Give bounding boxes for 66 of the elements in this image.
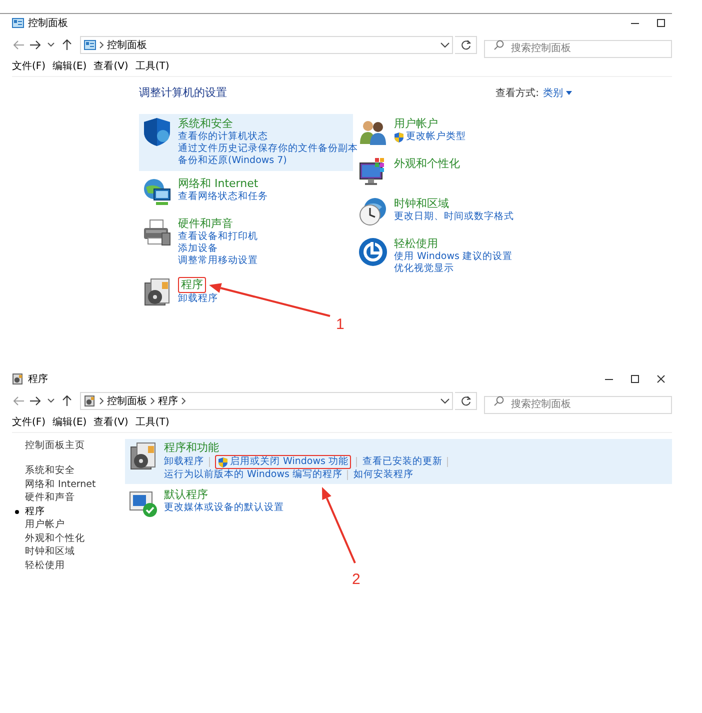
sidebar-item[interactable]: 用户帐户 (25, 518, 65, 532)
link[interactable]: 优化视觉显示 (394, 263, 454, 275)
menu-item[interactable]: 工具(T) (135, 59, 170, 73)
menu-item[interactable]: 查看(V) (94, 415, 128, 429)
menu-item[interactable]: 文件(F) (12, 415, 46, 429)
breadcrumb[interactable]: 控制面板 (107, 38, 147, 52)
link[interactable]: 查看网络状态和任务 (178, 191, 268, 203)
window-title: 程序 (28, 372, 48, 386)
link[interactable]: 查看设备和打印机 (178, 231, 258, 243)
category-title[interactable]: 用户帐户 (394, 117, 438, 131)
breadcrumb[interactable]: 程序 (158, 394, 178, 408)
category-panel[interactable]: 硬件和声音 查看设备和打印机 添加设备 调整常用移动设置 (139, 214, 353, 271)
category-title[interactable]: 外观和个性化 (394, 157, 460, 171)
window-title: 控制面板 (28, 16, 68, 30)
category-title[interactable]: 网络和 Internet (178, 177, 258, 191)
menu-item[interactable]: 编辑(E) (52, 59, 87, 73)
category-panel[interactable]: 默认程序 更改媒体或设备的默认设置 (125, 486, 672, 521)
sidebar-link[interactable]: 控制面板主页 (25, 439, 125, 452)
link[interactable]: 使用 Windows 建议的设置 (394, 251, 512, 263)
category-title[interactable]: 轻松使用 (394, 237, 438, 251)
annotation-number: 2 (352, 571, 360, 588)
link[interactable]: 更改帐户类型 (394, 131, 466, 143)
page-heading: 调整计算机的设置 (139, 85, 227, 100)
address-bar[interactable]: 控制面板 程序 (80, 392, 453, 410)
link[interactable]: 如何安装程序 (353, 469, 414, 481)
search-field[interactable]: 搜索控制面板 (484, 40, 672, 58)
category-panel[interactable]: 网络和 Internet 查看网络状态和任务 (139, 174, 353, 211)
category-panel[interactable]: 轻松使用 使用 Windows 建议的设置 优化视觉显示 (355, 234, 572, 279)
category-title[interactable]: 系统和安全 (178, 117, 233, 131)
search-field[interactable]: 搜索控制面板 (484, 396, 672, 414)
sidebar-item[interactable]: 系统和安全 (25, 464, 75, 478)
sidebar-item[interactable]: 轻松使用 (25, 558, 65, 572)
link[interactable]: 调整常用移动设置 (178, 255, 258, 267)
category-title[interactable]: 时钟和区域 (394, 197, 449, 211)
sidebar-item[interactable]: 程序 (25, 504, 45, 518)
link[interactable]: 添加设备 (178, 243, 218, 255)
category-panel[interactable]: 外观和个性化 (355, 154, 572, 191)
menu-item[interactable]: 查看(V) (94, 59, 128, 73)
category-title[interactable]: 硬件和声音 (178, 217, 233, 231)
sidebar-item[interactable]: 网络和 Internet (25, 478, 96, 491)
category-title[interactable]: 默认程序 (164, 488, 208, 502)
category-panel[interactable]: 程序和功能 卸载程序 启用或关闭 Windows 功能 查看已安装的更新 运行为以前版本的 Windows 编写的程序 如何安装程序 (125, 439, 672, 484)
sidebar-item[interactable]: 硬件和声音 (25, 491, 75, 504)
category-title[interactable]: 程序和功能 (164, 441, 219, 455)
link[interactable]: 启用或关闭 Windows 功能 (215, 455, 352, 469)
menu-item[interactable]: 编辑(E) (52, 415, 87, 429)
address-bar[interactable]: 控制面板 (80, 36, 453, 54)
link[interactable]: 更改媒体或设备的默认设置 (164, 502, 284, 514)
link[interactable]: 备份和还原(Windows 7) (178, 155, 287, 167)
sidebar-item[interactable]: 外观和个性化 (25, 532, 85, 545)
sidebar-item[interactable]: 时钟和区域 (25, 545, 75, 558)
link[interactable]: 卸载程序 (164, 456, 204, 468)
category-panel[interactable]: 程序 卸载程序 (139, 274, 353, 311)
annotation-number: 1 (336, 316, 344, 333)
menu-item[interactable]: 工具(T) (135, 415, 170, 429)
link[interactable]: 运行为以前版本的 Windows 编写的程序 (164, 469, 342, 481)
link[interactable]: 查看已安装的更新 (362, 456, 442, 468)
link[interactable]: 查看你的计算机状态 (178, 131, 268, 143)
category-panel[interactable]: 时钟和区域 更改日期、时间或数字格式 (355, 194, 572, 231)
menu-item[interactable]: 文件(F) (12, 59, 46, 73)
link[interactable]: 卸载程序 (178, 293, 218, 305)
view-by-dropdown[interactable]: 类别 (543, 86, 572, 100)
category-title[interactable]: 程序 (178, 277, 206, 293)
view-by-label: 查看方式: (496, 86, 539, 100)
link[interactable]: 更改日期、时间或数字格式 (394, 211, 514, 223)
breadcrumb[interactable]: 控制面板 (107, 394, 147, 408)
